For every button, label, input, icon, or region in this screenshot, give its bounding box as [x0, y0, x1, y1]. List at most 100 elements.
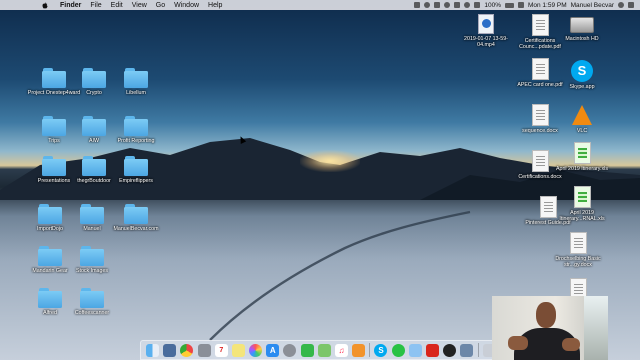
chrome-icon[interactable] [180, 343, 194, 357]
xls-file-item[interactable]: April 2019 Itinerary.xls [552, 142, 612, 172]
acrobat-icon[interactable] [426, 343, 439, 357]
gear-icon[interactable] [434, 2, 441, 8]
folder-icon [80, 288, 104, 308]
folder-icon [124, 116, 148, 136]
folder-item[interactable]: Libellum [106, 68, 166, 96]
spreadsheet-icon [573, 142, 591, 164]
video-file-icon [478, 14, 494, 34]
notification-center-icon[interactable] [628, 2, 634, 8]
folder-icon [38, 204, 62, 224]
docx-file-item[interactable]: Drochselbing Basic str...gy.docx [548, 232, 608, 268]
file-label: Skype.app [569, 84, 595, 90]
file-label: Macintosh HD [565, 36, 599, 42]
menu-finder[interactable]: Finder [60, 2, 81, 9]
file-label: VLC [576, 128, 588, 134]
camera-icon[interactable] [454, 2, 461, 8]
skype-status-icon[interactable] [424, 2, 431, 8]
notes-icon[interactable] [231, 343, 245, 357]
pdf-file-icon [531, 14, 549, 36]
timemachine-icon[interactable] [464, 2, 471, 8]
folder-label: Alfred [43, 310, 57, 316]
webcam-overlay [492, 296, 608, 360]
file-label: April 2019 Itinerary.xls [555, 166, 608, 172]
webcam-window [584, 296, 608, 360]
apple-menu-icon[interactable] [40, 1, 48, 9]
calendar-icon[interactable]: 7 [214, 343, 228, 357]
rocket-icon[interactable] [197, 343, 211, 357]
folder-item[interactable]: Profit Reporting [106, 116, 166, 144]
user-name[interactable]: Manuel Becvar [571, 2, 614, 9]
dock-separator [369, 343, 371, 357]
folder-label: Stock Images [75, 268, 109, 274]
music-icon[interactable]: ♫ [334, 343, 348, 357]
folder-label: Trips [48, 138, 60, 144]
docx-file-icon [569, 232, 587, 254]
folder-icon [124, 204, 148, 224]
battery-icon[interactable] [504, 2, 514, 8]
folder-icon [80, 204, 104, 224]
folder-item[interactable]: Stock Images [62, 246, 122, 274]
folder-label: AIW [88, 138, 99, 144]
maps-icon[interactable] [317, 343, 331, 357]
presenter-head [536, 302, 556, 328]
folder-icon [124, 156, 148, 176]
menu-edit[interactable]: Edit [111, 2, 123, 9]
whatsapp-icon[interactable] [391, 343, 405, 357]
file-label: April 2019 Itinerary...RNAL.xls [559, 210, 605, 222]
menu-help[interactable]: Help [208, 2, 222, 9]
folder-label: Profit Reporting [117, 138, 155, 144]
folder-icon [80, 246, 104, 266]
alfred-icon[interactable] [444, 2, 451, 8]
file-label: Drochselbing Basic str...gy.docx [555, 256, 601, 268]
appstore-icon[interactable]: A [266, 343, 280, 357]
hard-drive-item[interactable]: Macintosh HD [552, 14, 612, 42]
folder-icon [42, 116, 66, 136]
folder-label: Manuel [83, 226, 101, 232]
dropbox-icon[interactable] [414, 2, 421, 8]
spreadsheet-icon [573, 186, 591, 208]
facetime-icon[interactable] [300, 343, 314, 357]
folder-item[interactable]: Coffeescanner [62, 288, 122, 316]
video-file-item[interactable]: 2019-01-07 13-59-04.mp4 [456, 14, 516, 48]
menu-go[interactable]: Go [156, 2, 165, 9]
vlc-app-item[interactable]: VLC [552, 104, 612, 134]
dock: 7 A ♫ S [140, 340, 502, 360]
finder-icon[interactable] [146, 343, 160, 357]
folder-icon [82, 116, 106, 136]
folder-label: Crypto [86, 90, 102, 96]
preview-icon[interactable] [408, 343, 422, 357]
xls-file-item[interactable]: April 2019 Itinerary...RNAL.xls [552, 186, 612, 222]
battery-percent[interactable]: 100% [484, 2, 501, 9]
docx-file-icon [531, 104, 549, 126]
status-area: 100% Mon 1:59 PM Manuel Becvar [414, 0, 634, 10]
folder-icon [82, 68, 106, 88]
vlc-icon [572, 105, 592, 125]
docx-file-icon [531, 150, 549, 172]
folder-label: ImportDojo [37, 226, 63, 232]
skype-app-item[interactable]: S Skype.app [552, 60, 612, 90]
menu-file[interactable]: File [90, 2, 101, 9]
wifi-icon[interactable] [474, 2, 481, 8]
preferences-icon[interactable] [283, 343, 297, 357]
folder-item[interactable]: ManuelBecvar.com [106, 204, 166, 232]
flag-icon[interactable] [517, 2, 524, 8]
menu-bar: Finder File Edit View Go Window Help 100… [0, 0, 640, 10]
menu-view[interactable]: View [132, 2, 147, 9]
quicktime-icon[interactable] [443, 343, 457, 357]
folder-label: Coffeescanner [74, 310, 110, 316]
folder-label: Empireflippers [119, 178, 153, 184]
skype-dock-icon[interactable]: S [374, 343, 388, 357]
photos-icon[interactable] [249, 343, 263, 357]
hard-drive-icon [570, 17, 594, 33]
search-icon[interactable] [618, 2, 624, 8]
folder-icon [42, 156, 66, 176]
presenter-hand [508, 336, 528, 350]
menu-window[interactable]: Window [174, 2, 199, 9]
folder-item[interactable]: Empireflippers [106, 156, 166, 184]
file-label: Certifications.docx [518, 174, 562, 180]
folder-label: Libellum [126, 90, 146, 96]
keynote-icon[interactable] [460, 343, 474, 357]
launchpad-icon[interactable] [163, 343, 177, 357]
ibooks-icon[interactable] [352, 343, 366, 357]
clock[interactable]: Mon 1:59 PM [528, 2, 567, 9]
